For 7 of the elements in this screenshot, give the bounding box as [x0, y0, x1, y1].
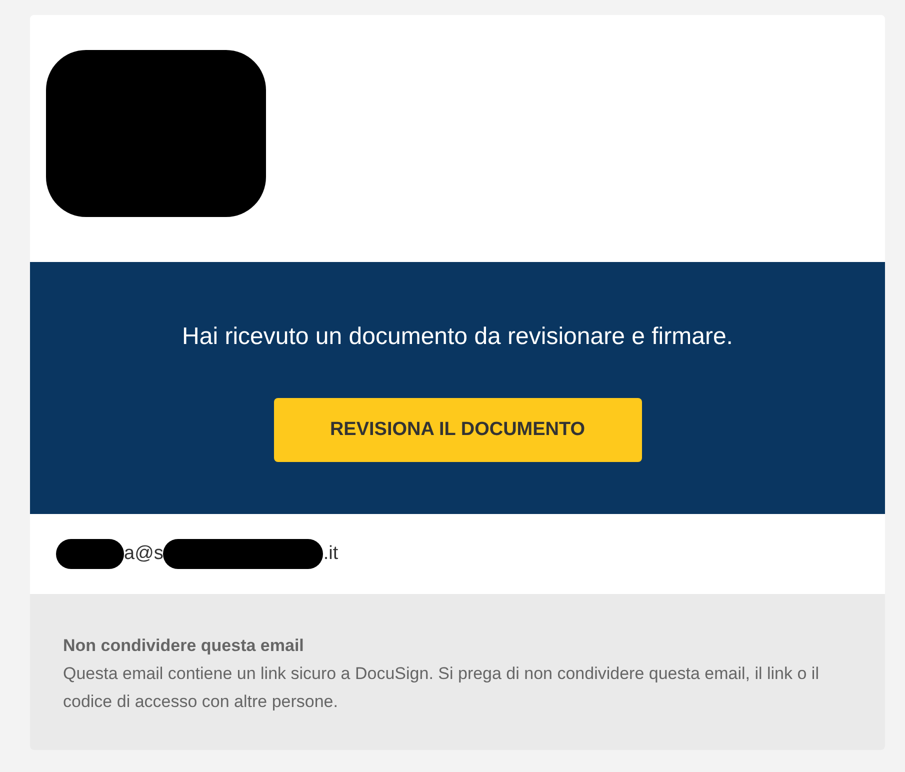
notice-title: Non condividere questa email [63, 635, 305, 657]
redaction-mark [56, 539, 124, 569]
notice-text: Questa email contiene un link sicuro a DocuSign. Si prega di non condividere questa email, il link o il codice di accesso con altre persone. [63, 663, 820, 713]
banner-message: Hai ricevuto un documento da revisionare e firmare. [182, 322, 733, 352]
review-document-button[interactable]: REVISIONA IL DOCUMENTO [274, 398, 642, 462]
email-fragment: .it [323, 542, 338, 566]
email-fragment: a@s [124, 542, 164, 566]
